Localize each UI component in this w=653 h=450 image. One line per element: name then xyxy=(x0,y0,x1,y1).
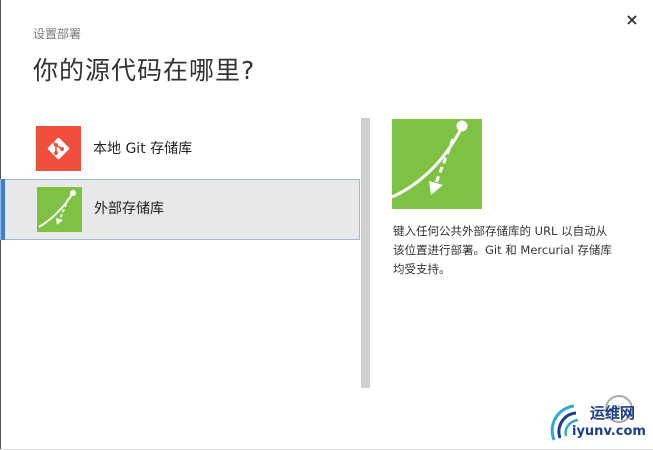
source-item-label: 外部存储库 xyxy=(94,201,164,217)
breadcrumb: 设置部署 xyxy=(33,27,82,41)
external-repo-icon xyxy=(391,119,482,209)
watermark-text-cn: 运维网 xyxy=(590,404,636,422)
close-button[interactable]: × xyxy=(622,10,642,30)
watermark: 运维网 iyunv.com xyxy=(548,400,648,446)
list-scrollbar[interactable] xyxy=(361,118,370,388)
selection-indicator xyxy=(1,179,5,240)
git-icon xyxy=(36,126,81,171)
source-item-local-git[interactable]: 本地 Git 存储库 xyxy=(0,118,360,180)
close-icon: × xyxy=(625,10,639,29)
page-title: 你的源代码在哪里? xyxy=(33,56,256,85)
source-item-label: 本地 Git 存储库 xyxy=(93,141,193,157)
external-repo-icon xyxy=(37,187,82,232)
watermark-text-en: iyunv.com xyxy=(572,424,646,439)
source-item-external[interactable]: 外部存储库 xyxy=(0,179,360,240)
source-description: 键入任何公共外部存储库的 URL 以自动从该位置进行部署。Git 和 Mercu… xyxy=(393,224,612,276)
